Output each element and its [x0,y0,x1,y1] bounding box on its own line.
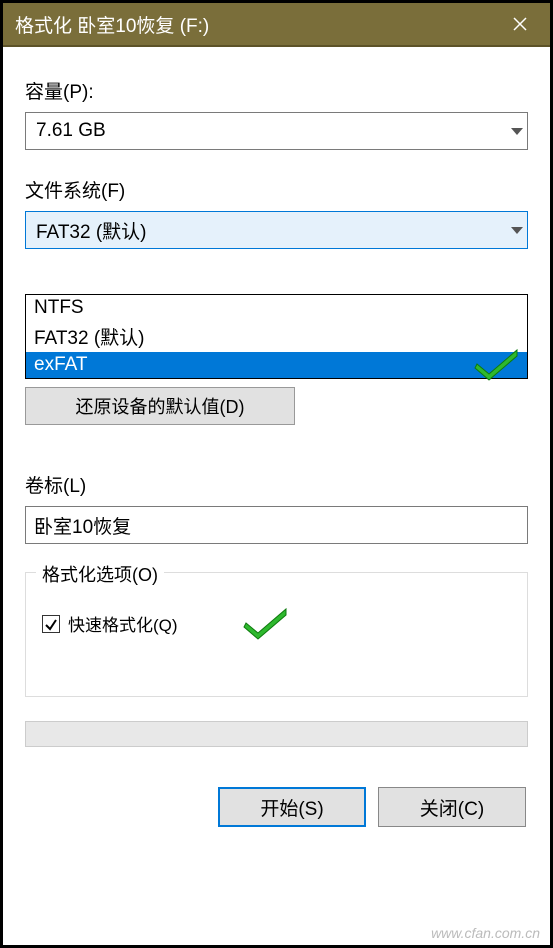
chevron-down-icon [511,120,523,142]
capacity-label: 容量(P): [25,77,528,104]
filesystem-option-exfat[interactable]: exFAT [26,352,527,378]
check-icon [44,617,58,631]
filesystem-dropdown: NTFS FAT32 (默认) exFAT [25,294,528,379]
filesystem-value: FAT32 (默认) [36,217,147,244]
start-button[interactable]: 开始(S) [218,787,366,827]
quick-format-label: 快速格式化(Q) [68,611,178,636]
dialog-footer: 开始(S) 关闭(C) [25,787,528,827]
close-icon [513,17,527,31]
filesystem-label: 文件系统(F) [25,176,528,203]
watermark-text: www.cfan.com.cn [431,925,540,941]
checkmark-icon [473,346,521,388]
capacity-value: 7.61 GB [36,120,106,142]
window-title: 格式化 卧室10恢复 (F:) [15,11,209,38]
capacity-combo[interactable]: 7.61 GB [25,112,528,150]
dialog-body: 容量(P): 7.61 GB 文件系统(F) FAT32 (默认) NTFS F… [3,47,550,945]
progress-bar [25,721,528,747]
checkmark-icon [242,605,290,646]
restore-defaults-button[interactable]: 还原设备的默认值(D) [25,387,295,425]
format-options-title: 格式化选项(O) [36,561,164,587]
volume-label: 卷标(L) [25,471,528,498]
close-window-button[interactable] [490,2,550,46]
quick-format-checkbox[interactable] [42,615,60,633]
titlebar: 格式化 卧室10恢复 (F:) [3,3,550,47]
close-button[interactable]: 关闭(C) [378,787,526,827]
volume-input[interactable] [25,506,528,544]
chevron-down-icon [511,219,523,241]
format-options-group: 格式化选项(O) 快速格式化(Q) [25,572,528,697]
filesystem-option-fat32[interactable]: FAT32 (默认) [26,321,527,352]
filesystem-option-ntfs[interactable]: NTFS [26,295,527,321]
filesystem-combo[interactable]: FAT32 (默认) [25,211,528,249]
filesystem-option-exfat-label: exFAT [34,354,88,375]
